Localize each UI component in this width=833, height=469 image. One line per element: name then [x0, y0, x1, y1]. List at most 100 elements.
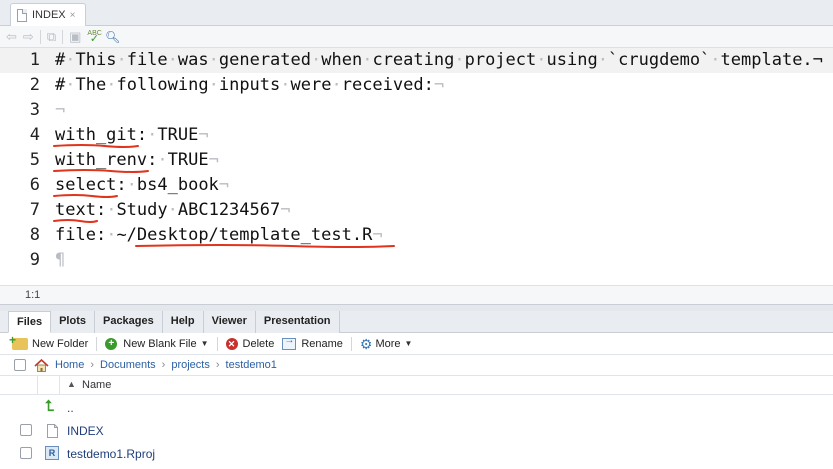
file-name-link[interactable]: INDEX [67, 424, 104, 438]
code-token: select: [55, 175, 127, 195]
spellcheck-button[interactable]: ABC ✓ [87, 28, 102, 45]
more-button[interactable]: ⚙ More ▼ [360, 337, 413, 351]
whitespace-marker: ¬ [280, 200, 291, 220]
table-row[interactable]: INDEX [0, 419, 833, 442]
code-token: # [55, 75, 66, 95]
whitespace-marker: ¬ [433, 75, 445, 95]
whitespace-marker: · [597, 50, 608, 70]
toolbar-divider [216, 336, 218, 351]
row-checkbox[interactable] [20, 447, 32, 459]
tab-files[interactable]: Files [8, 311, 52, 333]
code-token: TRUE [167, 150, 209, 170]
code-token: file: [55, 225, 107, 245]
new-folder-button[interactable]: New Folder [9, 333, 88, 350]
home-icon[interactable] [34, 358, 49, 372]
whitespace-marker: · [208, 75, 219, 95]
editor-tab-label: INDEX [32, 9, 66, 21]
breadcrumb-projects[interactable]: projects [171, 359, 210, 371]
code-token: This [75, 50, 117, 70]
row-checkbox[interactable] [20, 424, 32, 436]
code-token: was [177, 50, 209, 70]
breadcrumb-testdemo1[interactable]: testdemo1 [226, 359, 277, 371]
code-token: using [546, 50, 598, 70]
whitespace-marker: · [106, 75, 117, 95]
code-token: creating [372, 50, 455, 70]
code-line[interactable]: 7 text:·Study·ABC1234567¬ [0, 198, 833, 223]
forward-arrow-icon[interactable]: ⇨ [23, 30, 34, 43]
code-token: `crugdemo` [607, 50, 711, 70]
whitespace-marker: ¬ [55, 100, 66, 120]
code-text: with_git:·TRUE¬ [55, 123, 209, 148]
code-line[interactable]: 1 #·This·file·was·generated·when·creating… [0, 48, 833, 73]
file-name-link[interactable]: .. [67, 401, 74, 415]
code-editor[interactable]: 1 #·This·file·was·generated·when·creating… [0, 48, 833, 285]
add-icon: + [105, 337, 118, 350]
code-line[interactable]: 3 ¬ [0, 98, 833, 123]
code-token: TRUE [157, 125, 199, 145]
cursor-position-status: 1:1 [0, 285, 833, 305]
tab-help[interactable]: Help [162, 311, 204, 333]
code-line[interactable]: 6 select:·bs4_book¬ [0, 173, 833, 198]
line-number: 2 [29, 75, 40, 95]
chevron-down-icon: ▼ [404, 339, 413, 348]
up-arrow-icon: ⮤ [45, 398, 54, 415]
editor-tab-bar: INDEX × [0, 0, 833, 26]
tab-presentation[interactable]: Presentation [255, 311, 340, 333]
code-token: received: [341, 75, 434, 95]
file-name-link[interactable]: testdemo1.Rproj [67, 447, 155, 461]
toolbar-divider [96, 336, 98, 351]
show-in-window-icon[interactable]: ⧉ [47, 30, 56, 43]
editor-tab-index[interactable]: INDEX × [10, 3, 86, 26]
code-token: text: [55, 200, 107, 220]
code-line[interactable]: 5 with_renv:·TRUE¬ [0, 148, 833, 173]
rename-label: Rename [301, 337, 343, 350]
back-arrow-icon[interactable]: ⇦ [6, 30, 17, 43]
tab-viewer[interactable]: Viewer [203, 311, 256, 333]
code-line[interactable]: 8 file:·~/Desktop/template_test.R¬ [0, 223, 833, 248]
code-line[interactable]: 4 with_git:·TRUE¬ [0, 123, 833, 148]
table-row[interactable]: R testdemo1.Rproj [0, 442, 833, 465]
code-text: #·This·file·was·generated·when·creating·… [55, 48, 823, 73]
table-row[interactable]: ⮤ .. [0, 396, 833, 419]
whitespace-marker: ¬ [218, 175, 230, 195]
rename-button[interactable]: Rename [282, 335, 343, 350]
editor-toolbar: ⇦ ⇨ ⧉ ▣ ABC ✓ 🔍︎ [0, 26, 833, 48]
column-divider [37, 376, 38, 395]
tab-plots[interactable]: Plots [51, 311, 95, 333]
name-column-header[interactable]: Name [82, 379, 111, 391]
tab-packages[interactable]: Packages [94, 311, 163, 333]
code-token: generated [218, 50, 311, 70]
files-toolbar: New Folder + New Blank File ▼ ✕ Delete R… [0, 333, 833, 355]
line-number: 9 [29, 250, 40, 270]
delete-icon: ✕ [225, 337, 238, 350]
more-label: More [375, 337, 401, 350]
delete-button[interactable]: ✕ Delete [225, 337, 274, 350]
code-token: with_git: [55, 125, 148, 145]
code-token: when [321, 50, 363, 70]
spellcheck-label: ABC [87, 30, 102, 37]
code-line[interactable]: 2 #·The·following·inputs·were·received:¬ [0, 73, 833, 98]
whitespace-marker: · [106, 200, 117, 220]
code-token: The [75, 75, 107, 95]
whitespace-marker: · [536, 50, 547, 70]
select-all-checkbox[interactable] [14, 359, 26, 371]
code-text: select:·bs4_book¬ [55, 173, 229, 198]
breadcrumb-documents[interactable]: Documents [100, 359, 156, 371]
whitespace-marker: · [147, 125, 158, 145]
line-number: 8 [29, 225, 40, 245]
code-token: bs4_book [136, 175, 219, 195]
file-icon [17, 8, 27, 22]
breadcrumb-home[interactable]: Home [55, 359, 84, 371]
whitespace-marker: · [65, 75, 76, 95]
code-token: template.¬ [720, 50, 823, 70]
new-blank-file-button[interactable]: + New Blank File ▼ [105, 337, 209, 350]
code-token: following [116, 75, 209, 95]
code-token: Study [116, 200, 168, 220]
whitespace-marker: · [208, 50, 219, 70]
search-icon[interactable]: 🔍︎ [105, 30, 120, 44]
code-text: text:·Study·ABC1234567¬ [55, 198, 290, 223]
close-icon[interactable]: × [70, 10, 76, 21]
save-icon[interactable]: ▣ [69, 30, 81, 43]
code-line[interactable]: 9 ¶ [0, 248, 833, 273]
whitespace-marker: · [167, 200, 178, 220]
